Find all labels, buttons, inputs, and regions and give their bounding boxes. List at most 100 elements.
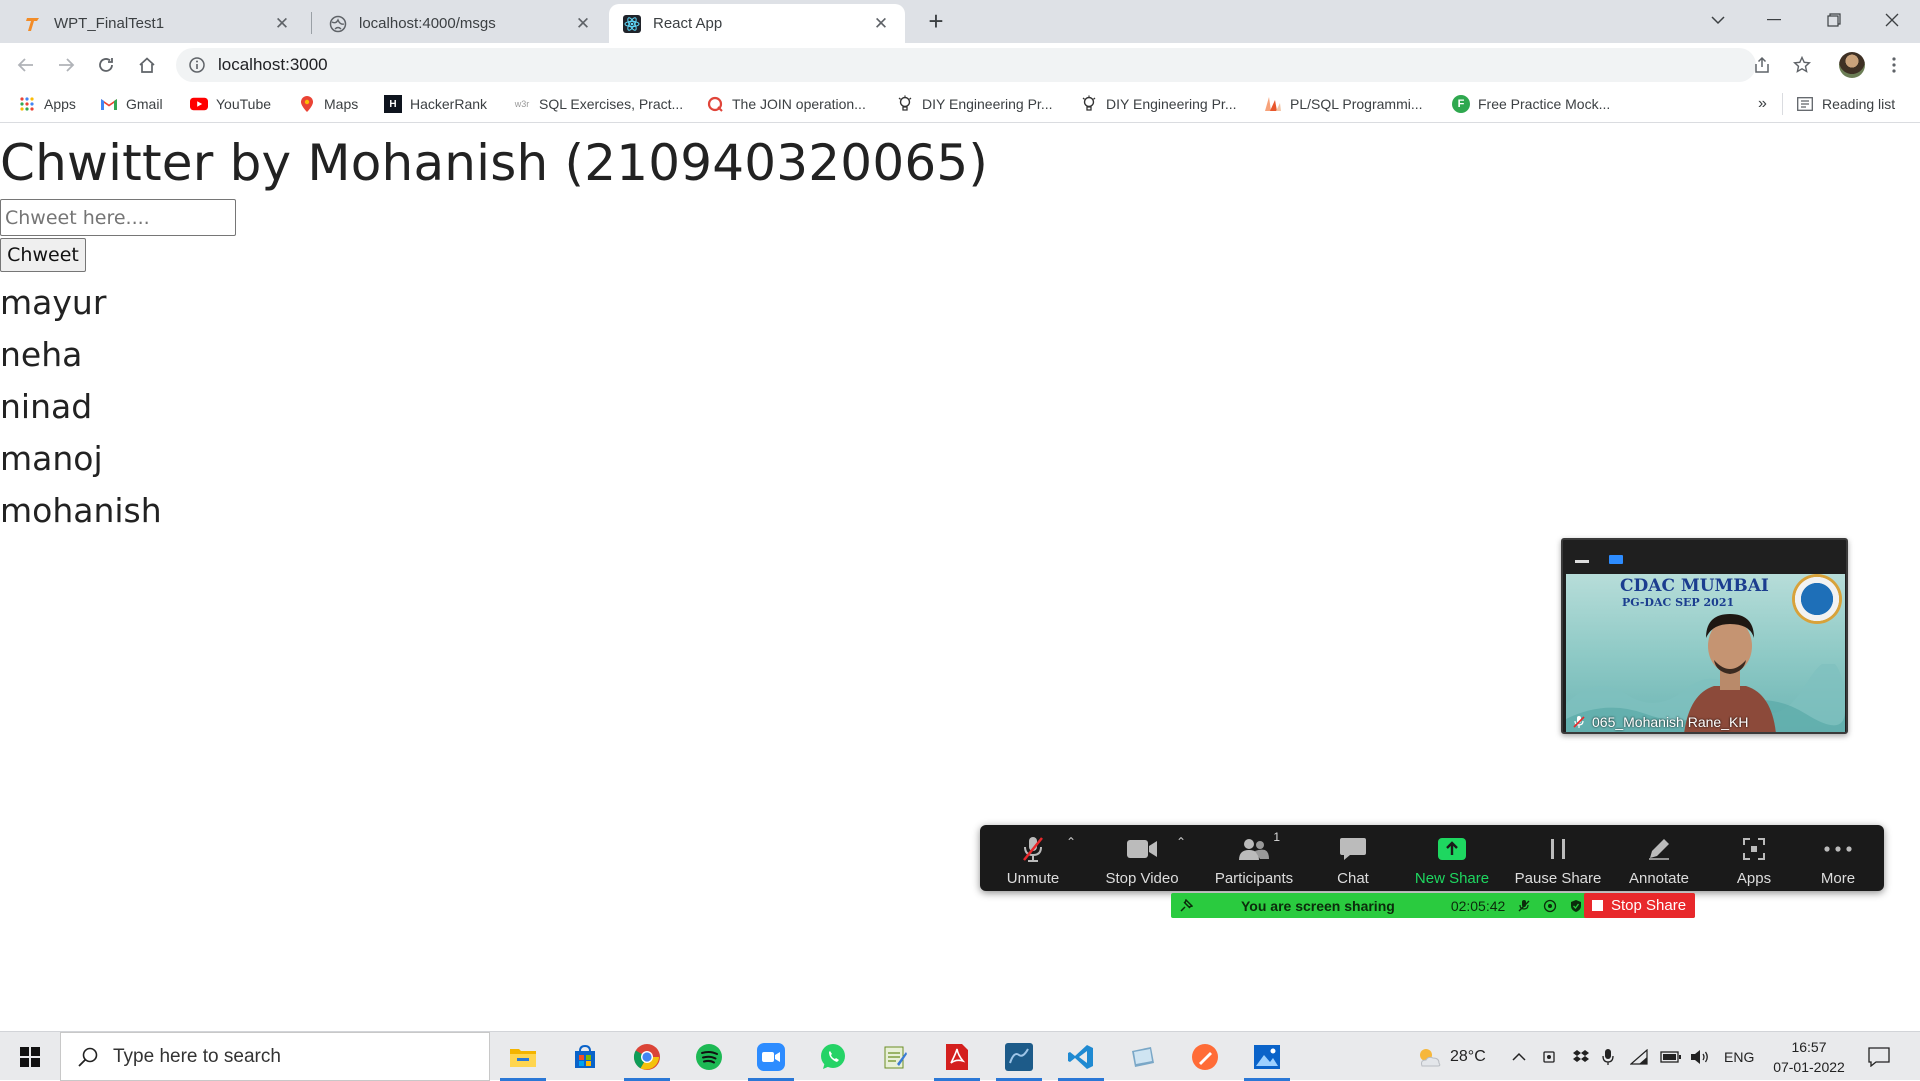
- share-screen-icon: [1432, 834, 1472, 864]
- share-icon[interactable]: [1746, 49, 1778, 81]
- stop-video-button[interactable]: Stop Video: [1096, 825, 1188, 891]
- postman-icon[interactable]: [1176, 1032, 1234, 1081]
- close-window-button[interactable]: [1864, 0, 1920, 40]
- home-button[interactable]: [131, 49, 163, 81]
- bookmark-label: PL/SQL Programmi...: [1290, 96, 1423, 112]
- bookmark-apps[interactable]: Apps: [18, 95, 76, 113]
- file-explorer-icon[interactable]: [494, 1032, 552, 1081]
- notepad-icon[interactable]: [866, 1032, 924, 1081]
- participants-button[interactable]: 1 Participants: [1206, 825, 1302, 891]
- bookmark-gmail[interactable]: Gmail: [100, 95, 163, 113]
- close-tab-icon[interactable]: ✕: [871, 14, 891, 34]
- apps-button[interactable]: Apps: [1714, 825, 1794, 891]
- vscode-icon[interactable]: [1052, 1032, 1110, 1081]
- more-button[interactable]: More: [1802, 825, 1874, 891]
- close-tab-icon[interactable]: ✕: [573, 14, 593, 34]
- bookmark-hackerrank[interactable]: H HackerRank: [384, 95, 487, 113]
- bookmark-label: Maps: [324, 96, 359, 112]
- pause-icon: [1538, 834, 1578, 864]
- annotate-button[interactable]: Annotate: [1614, 825, 1704, 891]
- search-icon: [78, 1047, 98, 1067]
- tab-title: localhost:4000/msgs: [359, 15, 496, 32]
- profile-avatar[interactable]: [1836, 49, 1868, 81]
- more-bookmarks-button[interactable]: »: [1758, 95, 1767, 113]
- zoom-control-label: Annotate: [1628, 870, 1690, 887]
- zoom-icon[interactable]: [742, 1032, 800, 1081]
- address-bar[interactable]: localhost:3000: [176, 48, 1756, 82]
- battery-tray-icon[interactable]: [1660, 1032, 1682, 1081]
- restore-button[interactable]: [1806, 0, 1862, 40]
- start-button[interactable]: [0, 1032, 60, 1081]
- pause-share-button[interactable]: Pause Share: [1508, 825, 1608, 891]
- bookmark-diy-engineering-2[interactable]: DIY Engineering Pr...: [1080, 95, 1236, 113]
- chweet-button[interactable]: Chweet: [0, 238, 86, 272]
- unmute-button[interactable]: Unmute: [998, 825, 1068, 891]
- close-tab-icon[interactable]: ✕: [272, 14, 292, 34]
- photos-icon[interactable]: [1238, 1032, 1296, 1081]
- bookmark-free-practice-mock[interactable]: F Free Practice Mock...: [1452, 95, 1610, 113]
- site-info-icon[interactable]: [188, 56, 206, 74]
- taskbar-clock[interactable]: 16:57 07-01-2022: [1764, 1037, 1854, 1077]
- muted-mic-icon: [1518, 899, 1530, 911]
- audio-options-caret-icon[interactable]: ⌃: [1066, 835, 1076, 849]
- pencil-icon: [1639, 834, 1679, 864]
- minimize-button[interactable]: [1746, 0, 1802, 40]
- back-button[interactable]: [10, 49, 42, 81]
- show-hidden-icons[interactable]: [1512, 1032, 1526, 1081]
- tab-localhost-msgs[interactable]: localhost:4000/msgs ✕: [315, 4, 607, 43]
- weather-widget[interactable]: 28°C: [1416, 1032, 1486, 1081]
- clock-date: 07-01-2022: [1773, 1059, 1845, 1075]
- microphone-tray-icon[interactable]: [1602, 1032, 1614, 1081]
- forward-button[interactable]: [50, 49, 82, 81]
- volume-tray-icon[interactable]: [1690, 1032, 1710, 1081]
- plsql-icon: [1264, 95, 1282, 113]
- mysql-workbench-icon[interactable]: [990, 1032, 1048, 1081]
- store-icon[interactable]: [556, 1032, 614, 1081]
- react-icon: [623, 14, 641, 33]
- reading-list-button[interactable]: Reading list: [1796, 95, 1895, 113]
- new-share-button[interactable]: New Share: [1404, 825, 1500, 891]
- muted-mic-icon: [1573, 716, 1585, 728]
- participants-count-badge: 1: [1273, 830, 1280, 844]
- zoom-control-label: Stop Video: [1105, 870, 1179, 887]
- acrobat-icon[interactable]: [928, 1032, 986, 1081]
- more-dots-icon: [1818, 834, 1858, 864]
- apps-grid-icon: [18, 95, 36, 113]
- minimize-video-icon[interactable]: [1575, 560, 1589, 563]
- view-toggle-icon[interactable]: [1609, 555, 1623, 564]
- bookmark-sql-exercises[interactable]: w3r SQL Exercises, Pract...: [513, 95, 683, 113]
- bookmark-maps[interactable]: Maps: [298, 95, 358, 113]
- bookmark-join-operation[interactable]: The JOIN operation...: [706, 95, 866, 113]
- meeting-tray-icon[interactable]: [1542, 1032, 1558, 1081]
- zoom-control-label: Participants: [1214, 870, 1294, 887]
- network-tray-icon[interactable]: [1630, 1032, 1648, 1081]
- zoom-video-panel[interactable]: CDAC MUMBAI PG-DAC SEP 2021 065_Mohanish…: [1561, 538, 1848, 734]
- tab-wpt-finaltest[interactable]: WPT_FinalTest1 ✕: [10, 4, 306, 43]
- chweet-input[interactable]: [0, 199, 236, 236]
- bookmark-star-icon[interactable]: [1786, 49, 1818, 81]
- tab-react-app[interactable]: React App ✕: [609, 4, 905, 43]
- app-icon[interactable]: [1114, 1032, 1172, 1081]
- chevron-up-icon: [1512, 1052, 1526, 1061]
- zoom-control-label: Unmute: [1006, 870, 1060, 887]
- spotify-icon[interactable]: [680, 1032, 738, 1081]
- bookmark-diy-engineering-1[interactable]: DIY Engineering Pr...: [896, 95, 1052, 113]
- language-indicator[interactable]: ENG: [1724, 1032, 1754, 1081]
- page-title: Chwitter by Mohanish (210940320065): [0, 134, 989, 192]
- bookmark-label: SQL Exercises, Pract...: [539, 96, 684, 112]
- chrome-menu-icon[interactable]: [1878, 49, 1910, 81]
- chrome-icon[interactable]: [618, 1032, 676, 1081]
- tab-search-icon[interactable]: [1690, 0, 1746, 40]
- reload-button[interactable]: [90, 49, 122, 81]
- whatsapp-icon[interactable]: [804, 1032, 862, 1081]
- stop-share-button[interactable]: Stop Share: [1584, 893, 1695, 918]
- chat-button[interactable]: Chat: [1310, 825, 1396, 891]
- notifications-button[interactable]: [1868, 1032, 1890, 1081]
- bookmark-youtube[interactable]: YouTube: [190, 95, 271, 113]
- new-tab-button[interactable]: +: [922, 6, 950, 37]
- bookmark-plsql[interactable]: PL/SQL Programmi...: [1264, 95, 1423, 113]
- video-options-caret-icon[interactable]: ⌃: [1176, 835, 1186, 849]
- bookmark-label: YouTube: [216, 96, 272, 112]
- dropbox-tray-icon[interactable]: [1572, 1032, 1590, 1081]
- taskbar-search[interactable]: Type here to search: [60, 1032, 490, 1081]
